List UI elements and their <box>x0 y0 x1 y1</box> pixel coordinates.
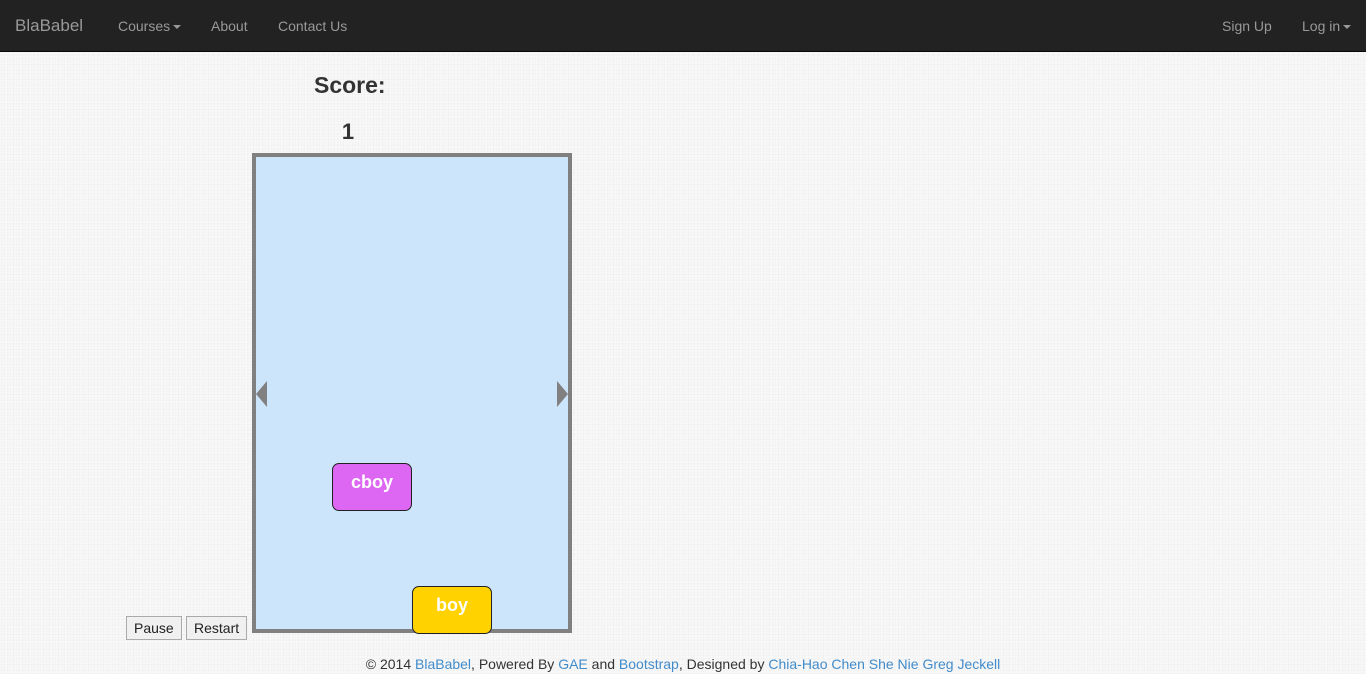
navbar: BlaBabel Courses About Contact Us Sign U… <box>0 0 1366 52</box>
footer-authors-link[interactable]: Chia-Hao Chen She Nie Greg Jeckell <box>768 656 1000 672</box>
score-value: 1 <box>341 119 355 144</box>
footer-brand-link[interactable]: BlaBabel <box>415 656 471 672</box>
game-board[interactable]: cboy boy <box>252 153 572 634</box>
footer-bootstrap-link[interactable]: Bootstrap <box>619 656 679 672</box>
footer-copyright: © 2014 <box>365 656 415 672</box>
pause-button[interactable]: Pause <box>126 616 182 640</box>
footer-and: and <box>587 656 619 672</box>
footer-powered-by: , Powered By <box>471 656 559 672</box>
move-right-arrow-icon[interactable] <box>557 381 568 407</box>
caret-down-icon <box>1343 25 1352 30</box>
move-left-arrow-icon[interactable] <box>256 381 267 407</box>
nav-courses-dropdown[interactable]: Courses <box>118 17 182 35</box>
caret-down-icon <box>173 25 182 30</box>
footer-designed-by: , Designed by <box>678 656 769 672</box>
player-word-block[interactable]: boy <box>412 586 492 634</box>
restart-button[interactable]: Restart <box>186 616 248 640</box>
nav-contact-us[interactable]: Contact Us <box>278 17 347 35</box>
nav-about[interactable]: About <box>211 17 248 35</box>
nav-log-in-dropdown[interactable]: Log in <box>1302 17 1352 35</box>
nav-courses-label: Courses <box>118 18 171 34</box>
footer: © 2014 BlaBabel, Powered By GAE and Boot… <box>0 655 1366 673</box>
nav-log-in-label: Log in <box>1302 18 1341 34</box>
nav-sign-up[interactable]: Sign Up <box>1222 17 1272 35</box>
falling-word-block: cboy <box>332 463 412 511</box>
score-label: Score: <box>314 72 386 98</box>
brand-link[interactable]: BlaBabel <box>15 16 83 36</box>
footer-gae-link[interactable]: GAE <box>558 656 588 672</box>
